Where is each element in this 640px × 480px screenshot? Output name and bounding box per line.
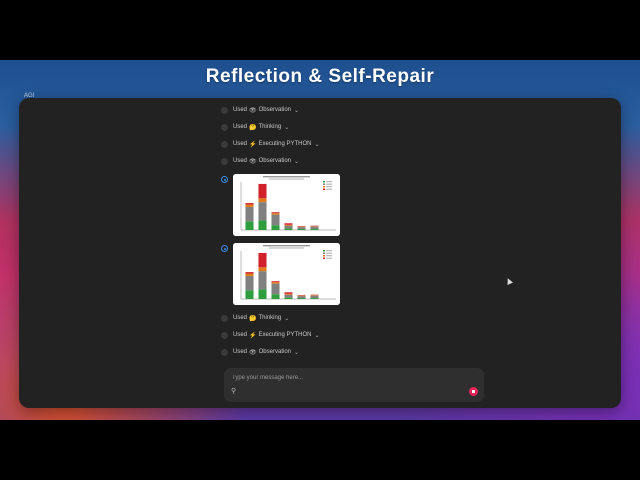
bar-segment	[245, 203, 254, 205]
bar-segment	[284, 297, 293, 299]
chevron-down-icon: ⌄	[294, 158, 300, 165]
bar-segment	[245, 273, 254, 276]
chevron-down-icon: ⌄	[284, 315, 290, 322]
step-dot	[221, 140, 228, 148]
chart-image-1[interactable]	[233, 174, 340, 236]
assistant-avatar-icon	[221, 245, 228, 252]
chevron-down-icon: ⌄	[294, 107, 300, 114]
thinking-icon: 🤔	[249, 124, 257, 131]
tool-step-executing-python[interactable]: Used ⚡ Executing PYTHON ⌄	[221, 138, 320, 150]
tool-step-thinking[interactable]: Used 🤔 Thinking ⌄	[221, 312, 289, 324]
tool-step-executing-python[interactable]: Used ⚡ Executing PYTHON ⌄	[221, 329, 320, 341]
stacked-bar-chart-2	[233, 243, 340, 305]
thinking-icon: 🤔	[249, 315, 257, 322]
bar-segment	[310, 226, 319, 230]
bar-segment	[245, 204, 254, 207]
bar-segment	[271, 212, 280, 214]
tool-step-thinking[interactable]: Used 🤔 Thinking ⌄	[221, 121, 289, 133]
eye-icon: 👁	[249, 349, 257, 356]
step-dot	[221, 106, 228, 114]
bar-segment	[258, 198, 267, 203]
bar-segment	[271, 213, 280, 215]
chart-image-2[interactable]	[233, 243, 340, 305]
paperclip-icon[interactable]: ⚲	[231, 388, 239, 396]
bar-segment	[271, 214, 280, 226]
tool-step-observation[interactable]: Used 👁 Observation ⌄	[221, 346, 299, 358]
bar-segment	[258, 271, 267, 290]
bar-segment	[258, 289, 267, 299]
chevron-down-icon: ⌄	[294, 349, 300, 356]
eye-icon: 👁	[249, 158, 257, 165]
chevron-down-icon: ⌄	[314, 141, 320, 148]
step-dot	[221, 123, 228, 131]
bar-segment	[258, 267, 267, 272]
bar-segment	[284, 292, 293, 294]
bar-segment	[245, 272, 254, 274]
bar-segment	[297, 229, 306, 230]
bar-segment	[271, 281, 280, 283]
bar-segment	[297, 296, 306, 299]
bar-segment	[297, 298, 306, 299]
tool-step-observation[interactable]: Used 👁 Observation ⌄	[221, 104, 299, 116]
bar-segment	[284, 225, 293, 229]
stacked-bar-chart-1	[233, 174, 340, 236]
bar-segment	[271, 283, 280, 295]
bar-segment	[245, 206, 254, 222]
chevron-down-icon: ⌄	[314, 332, 320, 339]
step-dot	[221, 348, 228, 356]
step-dot	[221, 331, 228, 339]
lightning-icon: ⚡	[249, 141, 257, 148]
bar-segment	[284, 228, 293, 230]
bar-segment	[284, 293, 293, 295]
bar-segment	[258, 202, 267, 221]
bar-segment	[271, 294, 280, 299]
bar-segment	[284, 224, 293, 226]
bar-segment	[271, 225, 280, 230]
stop-button[interactable]	[469, 387, 478, 396]
chevron-down-icon: ⌄	[284, 124, 290, 131]
bar-segment	[271, 282, 280, 284]
tool-step-observation[interactable]: Used 👁 Observation ⌄	[221, 155, 299, 167]
bar-segment	[284, 294, 293, 298]
eye-icon: 👁	[249, 107, 257, 114]
video-title-overlay: Reflection & Self-Repair	[205, 66, 435, 87]
bar-segment	[258, 252, 267, 268]
bar-segment	[245, 275, 254, 291]
bar-segment	[310, 229, 319, 230]
lightning-icon: ⚡	[249, 332, 257, 339]
message-composer: ⚲	[224, 368, 484, 402]
bar-segment	[245, 221, 254, 230]
bar-segment	[284, 223, 293, 225]
step-dot	[221, 314, 228, 322]
assistant-avatar-icon	[221, 176, 228, 183]
step-dot	[221, 157, 228, 165]
bar-segment	[245, 290, 254, 299]
bar-segment	[258, 220, 267, 230]
message-input[interactable]	[230, 372, 464, 384]
bar-segment	[258, 183, 267, 199]
bar-segment	[310, 298, 319, 299]
bar-segment	[297, 227, 306, 230]
bar-segment	[310, 295, 319, 299]
chat-window: Used 👁 Observation ⌄ Used 🤔 Thinking ⌄ U…	[19, 98, 621, 408]
